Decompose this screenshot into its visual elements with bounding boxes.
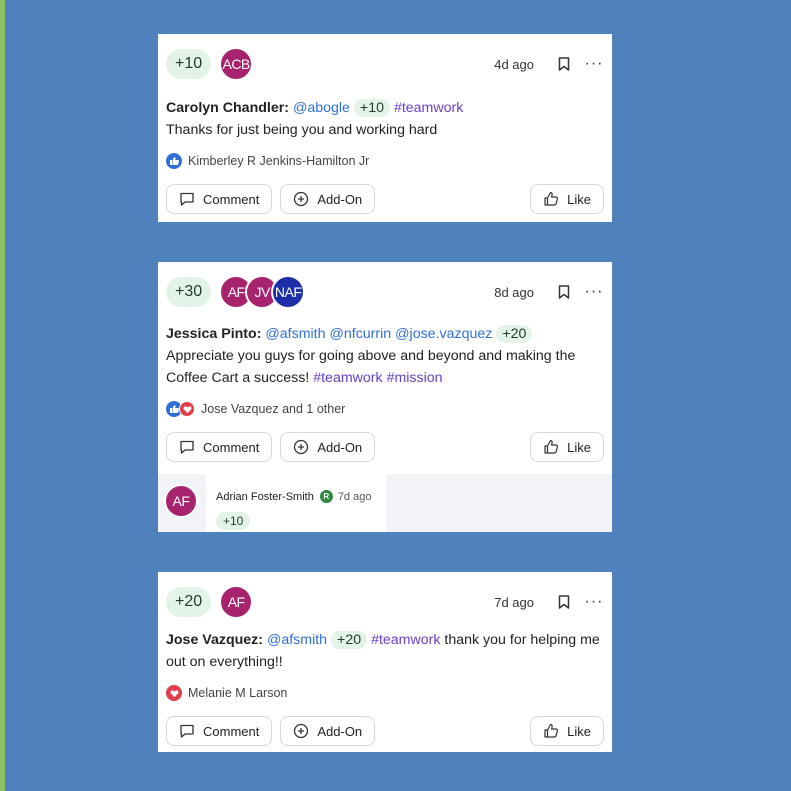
mention-link[interactable]: @afsmith	[265, 326, 325, 342]
comment-label: Comment	[203, 723, 260, 739]
post-header: +20 AF 7d ago ···	[166, 572, 604, 632]
more-options-icon[interactable]: ···	[584, 54, 604, 74]
addon-label: Add-On	[317, 723, 363, 739]
comment-button[interactable]: Comment	[166, 184, 273, 214]
bookmark-icon[interactable]	[554, 282, 574, 302]
mention-link[interactable]: @nfcurrin	[329, 326, 391, 342]
plus-circle-icon	[294, 191, 309, 207]
post-body: Jose Vazquez: @afsmith +20 #teamwork tha…	[166, 629, 600, 673]
inline-points: +20	[496, 325, 533, 343]
comment-label: Comment	[203, 439, 260, 455]
like-button[interactable]: Like	[530, 432, 604, 462]
recipient-avatars: AF JV NAF	[219, 275, 306, 309]
reactions-text: Jose Vazquez and 1 other	[201, 402, 346, 416]
avatar[interactable]: NAF	[271, 275, 306, 309]
points-badge: +20	[166, 587, 212, 617]
role-badge: R	[319, 490, 333, 503]
post-time: 7d ago	[494, 594, 534, 610]
more-options-icon[interactable]: ···	[584, 282, 604, 302]
plus-circle-icon	[294, 439, 309, 455]
more-options-icon[interactable]: ···	[584, 592, 604, 612]
post-body: Jessica Pinto: @afsmith @nfcurrin @jose.…	[166, 323, 600, 389]
post-body: Carolyn Chandler: @abogle +10 #teamwork …	[166, 97, 600, 141]
mention-link[interactable]: @abogle	[293, 100, 350, 116]
addon-label: Add-On	[317, 439, 363, 455]
recipient-avatars: ACB	[219, 47, 254, 81]
left-edge-bar	[0, 0, 5, 791]
hashtag-link[interactable]: #teamwork	[313, 370, 382, 386]
bookmark-icon[interactable]	[554, 592, 574, 612]
like-button[interactable]: Like	[530, 716, 604, 746]
reactions-summary[interactable]: Melanie M Larson	[166, 685, 287, 701]
addon-button[interactable]: Add-On	[280, 432, 376, 462]
post-author[interactable]: Jose Vazquez:	[166, 632, 263, 648]
comment-thread: AF Adrian Foster-Smith R 7d ago +10	[158, 474, 612, 532]
inline-points: +10	[353, 99, 390, 117]
post-actions: Comment Add-On Like	[166, 432, 604, 462]
comment-label: Comment	[203, 191, 260, 207]
thumbs-up-icon	[166, 153, 182, 169]
post-author[interactable]: Carolyn Chandler:	[166, 100, 289, 116]
plus-circle-icon	[294, 723, 309, 739]
addon-label: Add-On	[317, 191, 363, 207]
comment-points: +10	[216, 512, 251, 530]
hashtag-link[interactable]: #teamwork	[394, 100, 463, 116]
reactions-text: Melanie M Larson	[188, 686, 288, 700]
post-message: Thanks for just being you and working ha…	[166, 122, 438, 138]
mention-link[interactable]: @jose.vazquez	[395, 326, 492, 342]
mention-link[interactable]: @afsmith	[267, 632, 327, 648]
points-badge: +10	[166, 49, 212, 79]
comment-time: 7d ago	[337, 490, 372, 503]
post-card: +10 ACB 4d ago ··· Carolyn Chandler: @ab…	[158, 34, 612, 222]
inline-points: +20	[331, 631, 368, 649]
reactions-summary[interactable]: Kimberley R Jenkins-Hamilton Jr	[166, 153, 369, 169]
post-header: +10 ACB 4d ago ···	[166, 34, 604, 94]
comment-author[interactable]: Adrian Foster-Smith	[216, 491, 314, 503]
post-author[interactable]: Jessica Pinto:	[166, 326, 261, 342]
comment-icon	[180, 724, 194, 738]
heart-icon	[166, 685, 182, 701]
comment-icon	[180, 192, 194, 206]
thumbs-up-outline-icon	[544, 723, 559, 738]
post-header: +30 AF JV NAF 8d ago ···	[166, 262, 604, 322]
post-actions: Comment Add-On Like	[166, 184, 604, 214]
heart-icon	[179, 401, 195, 417]
like-label: Like	[567, 191, 591, 207]
comment-bubble: Adrian Foster-Smith R 7d ago +10	[206, 474, 386, 532]
like-label: Like	[567, 439, 591, 455]
comment-meta: Adrian Foster-Smith R 7d ago	[216, 490, 371, 503]
like-button[interactable]: Like	[530, 184, 604, 214]
points-badge: +30	[166, 277, 212, 307]
thumbs-up-outline-icon	[544, 439, 559, 454]
reactions-summary[interactable]: Jose Vazquez and 1 other	[166, 401, 345, 417]
addon-button[interactable]: Add-On	[280, 184, 376, 214]
hashtag-link[interactable]: #mission	[387, 370, 443, 386]
comment-button[interactable]: Comment	[166, 432, 273, 462]
post-card: +30 AF JV NAF 8d ago ··· Jessica Pinto: …	[158, 262, 612, 532]
comment-button[interactable]: Comment	[166, 716, 273, 746]
avatar[interactable]: AF	[219, 585, 254, 619]
avatar[interactable]: ACB	[219, 47, 254, 81]
reactions-text: Kimberley R Jenkins-Hamilton Jr	[188, 154, 370, 168]
post-card: +20 AF 7d ago ··· Jose Vazquez: @afsmith…	[158, 572, 612, 752]
addon-button[interactable]: Add-On	[280, 716, 376, 746]
bookmark-icon[interactable]	[554, 54, 574, 74]
post-time: 4d ago	[494, 56, 534, 72]
post-time: 8d ago	[494, 284, 534, 300]
avatar[interactable]: AF	[164, 484, 198, 518]
post-actions: Comment Add-On Like	[166, 716, 604, 746]
recipient-avatars: AF	[219, 585, 254, 619]
thumbs-up-outline-icon	[544, 191, 559, 206]
comment-icon	[180, 440, 194, 454]
like-label: Like	[567, 723, 591, 739]
hashtag-link[interactable]: #teamwork	[371, 632, 440, 648]
